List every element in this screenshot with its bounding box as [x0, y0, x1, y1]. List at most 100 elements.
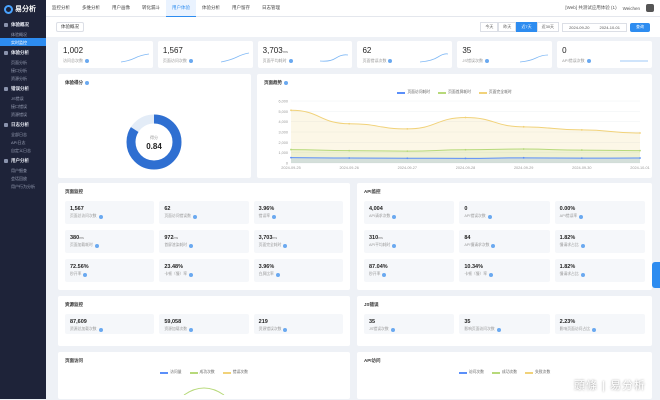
- top-tab[interactable]: 监控分析: [46, 0, 76, 17]
- top-tab[interactable]: 多维分析: [76, 0, 106, 17]
- info-icon[interactable]: [289, 59, 293, 63]
- info-icon[interactable]: [581, 273, 585, 277]
- top-tab[interactable]: 日志管理: [256, 0, 286, 17]
- sidebar-group[interactable]: 用户分析: [0, 154, 46, 166]
- info-icon[interactable]: [99, 215, 103, 219]
- series-point: [523, 148, 525, 150]
- info-icon[interactable]: [497, 328, 501, 332]
- kpi-sparkline: [520, 52, 548, 64]
- info-icon[interactable]: [488, 215, 492, 219]
- sidebar-group-label: 体验分析: [11, 50, 29, 56]
- info-icon[interactable]: [587, 59, 591, 63]
- info-icon[interactable]: [85, 59, 89, 63]
- info-icon[interactable]: [491, 244, 495, 248]
- sidebar-group[interactable]: 体验概况: [0, 18, 46, 30]
- kpi-sparkline: [420, 52, 448, 64]
- info-icon[interactable]: [485, 59, 489, 63]
- info-icon[interactable]: [95, 244, 99, 248]
- sidebar-item[interactable]: 用户细查: [0, 166, 46, 174]
- sidebar-item[interactable]: 实时监控: [0, 38, 46, 46]
- info-icon[interactable]: [189, 59, 193, 63]
- date-range-picker[interactable]: 2024-09-20 2024-10-01: [562, 23, 627, 32]
- info-icon[interactable]: [392, 215, 396, 219]
- sidebar-item[interactable]: JS错误: [0, 94, 46, 102]
- info-icon[interactable]: [276, 273, 280, 277]
- kpi-label: 页面错误次数: [362, 58, 386, 64]
- y-tick-label: 4,000: [278, 120, 288, 124]
- sidebar-group[interactable]: 体验分析: [0, 46, 46, 58]
- sidebar-item[interactable]: 体验概况: [0, 30, 46, 38]
- info-icon[interactable]: [579, 215, 583, 219]
- x-tick-label: 2024-10-01: [630, 166, 649, 170]
- info-icon[interactable]: [283, 244, 287, 248]
- info-icon[interactable]: [283, 328, 287, 332]
- sidebar-item[interactable]: 自定义日志: [0, 146, 46, 154]
- toolbar: 体验概况 今天昨天近7天近30天 2024-09-20 2024-10-01 查…: [46, 17, 660, 37]
- metric-label-row: API错误率: [560, 214, 640, 219]
- legend-item[interactable]: 成功次数: [492, 370, 517, 375]
- top-tab[interactable]: 转化漏斗: [136, 0, 166, 17]
- info-icon[interactable]: [272, 215, 276, 219]
- info-icon[interactable]: [392, 244, 396, 248]
- sidebar-item[interactable]: 接口错误: [0, 102, 46, 110]
- app-select[interactable]: [Web] 共测试应用体验 (1): [565, 5, 616, 11]
- avatar[interactable]: [646, 4, 654, 12]
- info-icon[interactable]: [189, 328, 193, 332]
- legend-item[interactable]: 失败次数: [525, 370, 550, 375]
- metric-label: 慢请求占比: [560, 243, 579, 248]
- metric-value: 972ms: [164, 235, 243, 241]
- metric-cell: 0.00%API错误率: [555, 201, 645, 224]
- metric-cell: 35影响页面访问次数: [459, 314, 549, 334]
- top-tab[interactable]: 体验分析: [196, 0, 226, 17]
- legend-item[interactable]: 访问次数: [459, 370, 484, 375]
- info-icon[interactable]: [592, 328, 596, 332]
- metric-label-row: API平均耗时: [369, 243, 449, 248]
- metric-label-row: 影响页面访问占比: [560, 327, 640, 332]
- info-icon[interactable]: [581, 244, 585, 248]
- info-icon[interactable]: [99, 328, 103, 332]
- top-tab[interactable]: 用户体验: [166, 0, 196, 17]
- info-icon[interactable]: [83, 273, 87, 277]
- group-icon: [4, 87, 8, 91]
- info-icon[interactable]: [193, 215, 197, 219]
- metric-cell: 1.82%慢请求占比: [555, 230, 645, 253]
- user-name[interactable]: Weichen: [623, 6, 640, 11]
- trend-panel: 页面趋势 页面访问耗时页面首屏耗时页面完全耗时 01,0002,0003,000…: [257, 74, 652, 178]
- info-icon[interactable]: [388, 59, 392, 63]
- trend-chart: 01,0002,0003,0004,0005,0006,0002024-09-2…: [257, 95, 652, 175]
- page-visit-panel: 页面访问 访问量成功次数错误次数: [58, 352, 350, 399]
- logo-icon: [4, 5, 13, 14]
- sidebar-group[interactable]: 错误分析: [0, 82, 46, 94]
- app-logo[interactable]: 易分析: [0, 0, 46, 18]
- range-button[interactable]: 今天: [480, 22, 498, 32]
- page-section-title: 页面监控: [65, 189, 83, 195]
- info-icon[interactable]: [85, 81, 89, 85]
- range-button[interactable]: 近30天: [537, 22, 559, 32]
- info-icon[interactable]: [382, 273, 386, 277]
- metric-number: 4,004: [369, 206, 383, 212]
- help-float-button[interactable]: [652, 262, 660, 288]
- sidebar-item[interactable]: 资源分析: [0, 74, 46, 82]
- sidebar-item[interactable]: API日志: [0, 138, 46, 146]
- top-tab[interactable]: 用户留存: [226, 0, 256, 17]
- sidebar-item[interactable]: 用户行为分析: [0, 182, 46, 190]
- range-button[interactable]: 昨天: [498, 22, 516, 32]
- sidebar-group[interactable]: 日志分析: [0, 118, 46, 130]
- query-button[interactable]: 查询: [630, 23, 650, 32]
- kpi-sparkline: [121, 52, 149, 64]
- info-icon[interactable]: [284, 81, 288, 85]
- sidebar-item[interactable]: 页面分析: [0, 58, 46, 66]
- series-point: [581, 157, 583, 159]
- metric-value: 23.48%: [164, 264, 243, 270]
- sidebar-item[interactable]: 全部日志: [0, 130, 46, 138]
- metric-label-row: 页面完全耗时: [259, 243, 338, 248]
- info-icon[interactable]: [489, 273, 493, 277]
- sidebar-item[interactable]: 会话回放: [0, 174, 46, 182]
- info-icon[interactable]: [189, 273, 193, 277]
- info-icon[interactable]: [391, 328, 395, 332]
- top-tab[interactable]: 用户画像: [106, 0, 136, 17]
- range-button[interactable]: 近7天: [516, 22, 536, 32]
- sidebar-item[interactable]: 资源错误: [0, 110, 46, 118]
- info-icon[interactable]: [189, 244, 193, 248]
- sidebar-item[interactable]: 接口分析: [0, 66, 46, 74]
